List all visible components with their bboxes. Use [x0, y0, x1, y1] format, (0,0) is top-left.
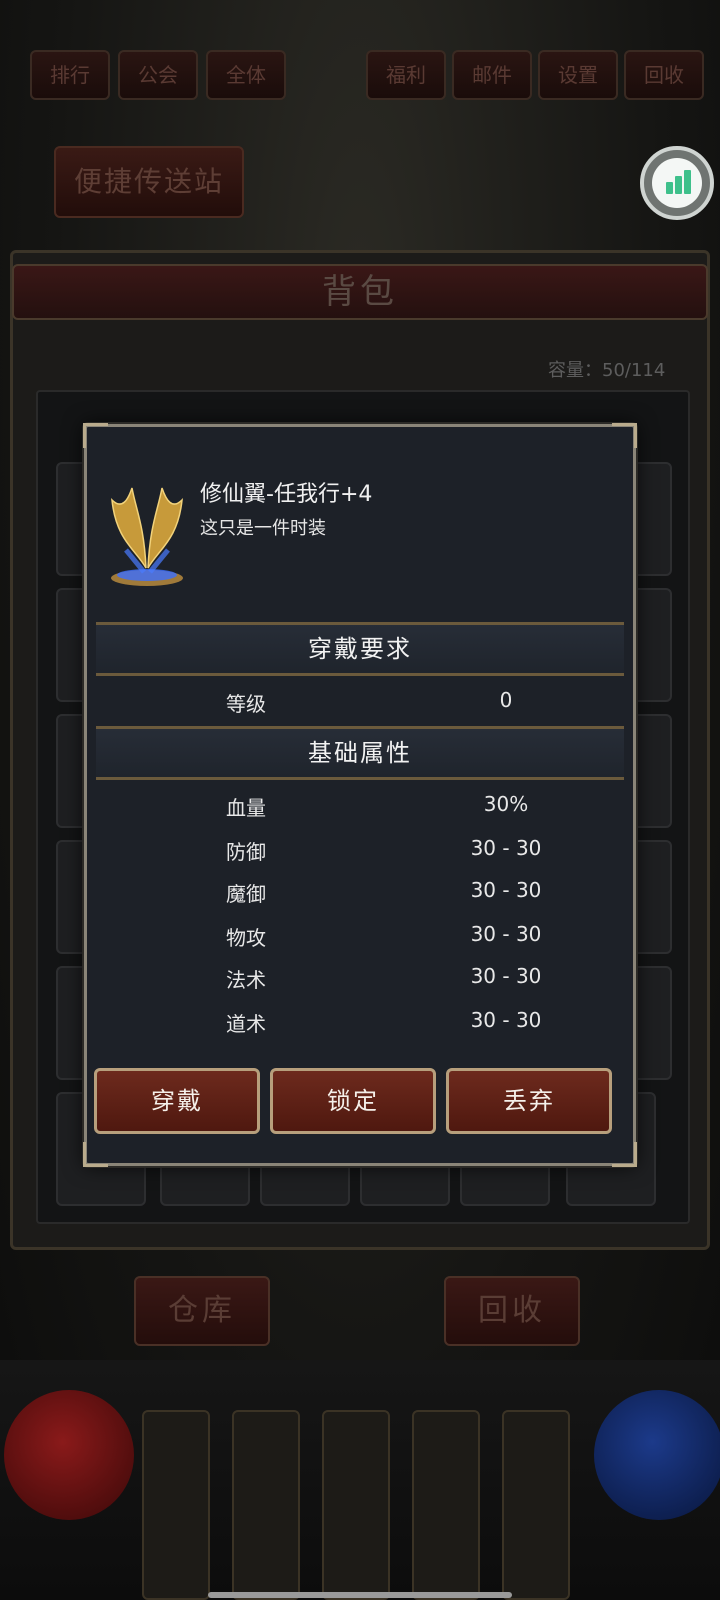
recycle-button[interactable]: 回收: [444, 1276, 580, 1346]
capacity-label: 容量：50/114: [548, 360, 666, 381]
corner-ornament: [612, 423, 637, 448]
guild-button[interactable]: 公会: [118, 50, 198, 100]
stat-value: 30 - 30: [470, 1008, 542, 1032]
lock-button[interactable]: 锁定: [270, 1068, 436, 1134]
attribute-row: 法术 30 - 30: [96, 956, 624, 996]
stat-label: 道术: [226, 1012, 266, 1036]
stat-value: 30%: [483, 792, 529, 816]
corner-ornament: [83, 1142, 108, 1167]
attribute-row: 血量 30%: [96, 784, 624, 824]
mail-button[interactable]: 邮件: [452, 50, 532, 100]
welfare-button[interactable]: 福利: [366, 50, 446, 100]
mp-orb: [594, 1390, 720, 1520]
requirements-header: 穿戴要求: [96, 622, 624, 676]
golden-wings-icon: [106, 480, 188, 592]
stat-label: 法术: [226, 968, 266, 992]
attribute-row: 防御 30 - 30: [96, 828, 624, 868]
warehouse-button[interactable]: 仓库: [134, 1276, 270, 1346]
recycle-top-button[interactable]: 回收: [624, 50, 704, 100]
hud-slot-role[interactable]: [232, 1410, 300, 1600]
discard-button[interactable]: 丢弃: [446, 1068, 612, 1134]
item-name: 修仙翼-任我行+4: [200, 482, 373, 507]
hud-slot-skill[interactable]: [412, 1410, 480, 1600]
stat-label: 防御: [226, 840, 266, 864]
rank-button[interactable]: 排行: [30, 50, 110, 100]
stat-value: 30 - 30: [470, 964, 542, 988]
hp-orb: [4, 1390, 134, 1520]
settings-button[interactable]: 设置: [538, 50, 618, 100]
all-button[interactable]: 全体: [206, 50, 286, 100]
wear-button[interactable]: 穿戴: [94, 1068, 260, 1134]
stat-label: 物攻: [226, 926, 266, 950]
signal-button[interactable]: [640, 146, 714, 220]
hud-slot-city[interactable]: [142, 1410, 210, 1600]
stat-value: 30 - 30: [470, 836, 542, 860]
stat-value: 0: [499, 688, 513, 712]
attribute-row: 物攻 30 - 30: [96, 914, 624, 954]
home-indicator[interactable]: [208, 1592, 512, 1598]
quick-teleport-button[interactable]: 便捷传送站: [54, 146, 244, 218]
corner-ornament: [83, 423, 108, 448]
base-attributes-header: 基础属性: [96, 726, 624, 780]
stat-label: 血量: [226, 796, 266, 820]
signal-bars-icon: [652, 158, 702, 208]
stat-value: 30 - 30: [470, 922, 542, 946]
item-description: 这只是一件时装: [200, 518, 326, 539]
stat-label: 等级: [226, 692, 266, 716]
corner-ornament: [612, 1142, 637, 1167]
backpack-title: 背包: [12, 264, 708, 320]
stat-label: 魔御: [226, 882, 266, 906]
hud-slot-skill[interactable]: [322, 1410, 390, 1600]
stat-value: 30 - 30: [470, 878, 542, 902]
hud-slot-skill[interactable]: [502, 1410, 570, 1600]
attribute-row: 魔御 30 - 30: [96, 870, 624, 910]
requirement-row: 等级 0: [96, 680, 624, 720]
attribute-row: 道术 30 - 30: [96, 1000, 624, 1040]
